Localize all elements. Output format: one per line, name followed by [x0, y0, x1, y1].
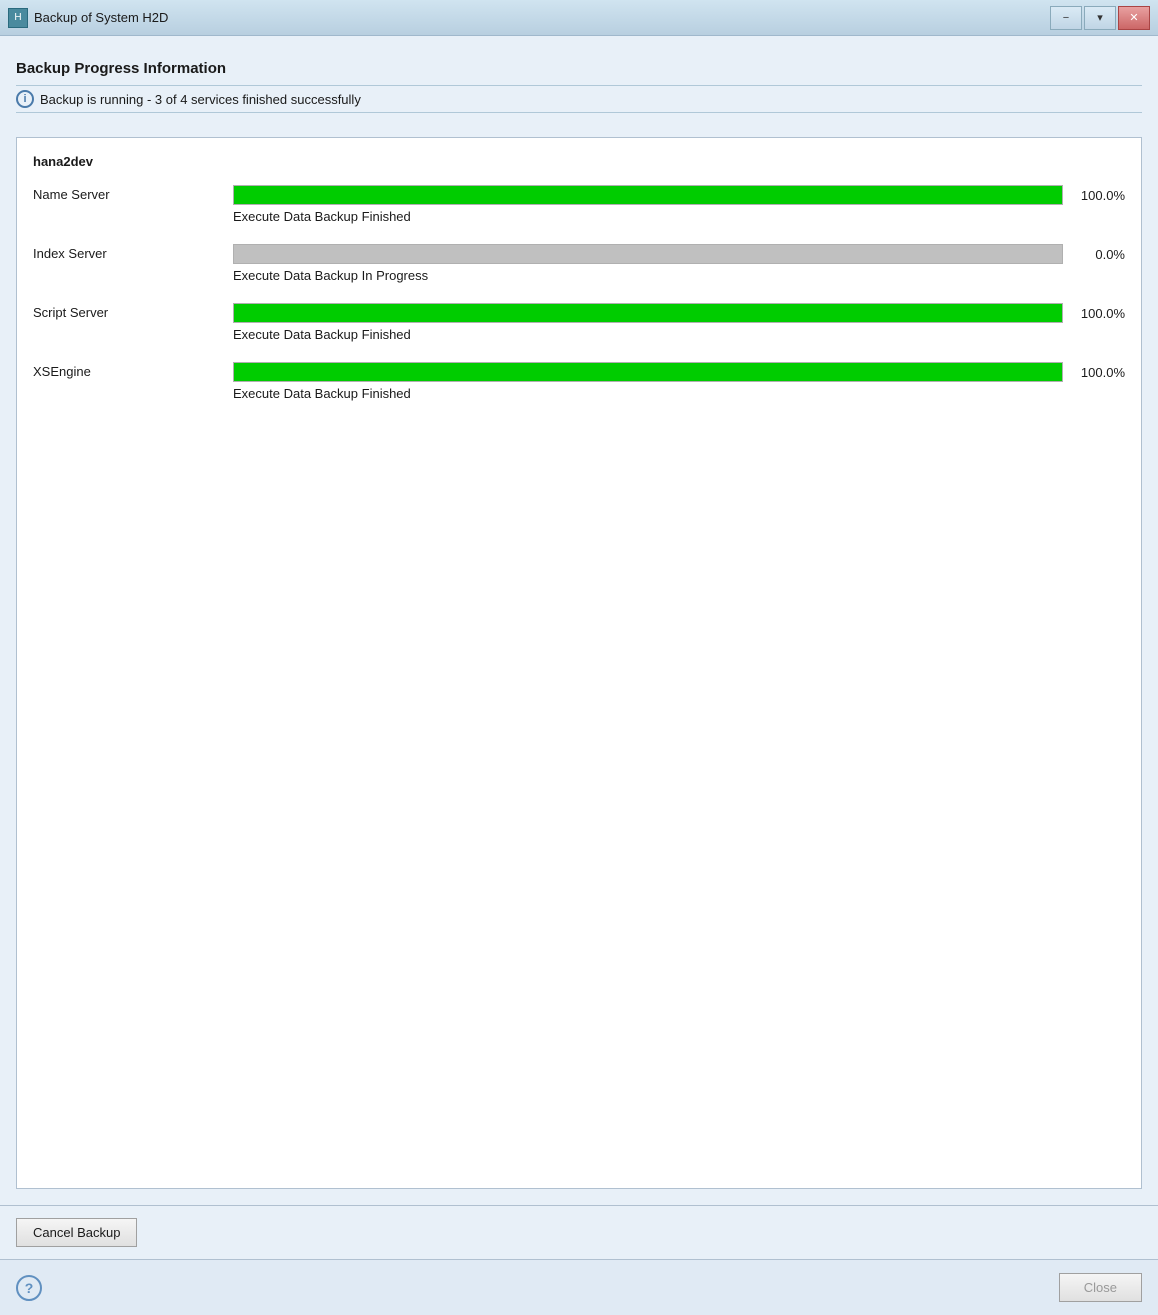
service-progress-xsengine: 100.0% Execute Data Backup Finished	[233, 362, 1125, 401]
main-content: Backup Progress Information i Backup is …	[0, 36, 1158, 1205]
progress-bar-xsengine	[233, 362, 1063, 382]
title-bar: H Backup of System H2D − ▾ ✕	[0, 0, 1158, 36]
status-text: Backup is running - 3 of 4 services fini…	[40, 92, 361, 107]
progress-fill-script-server	[234, 304, 1062, 322]
title-close-button[interactable]: ✕	[1118, 6, 1150, 30]
progress-bar-script-server	[233, 303, 1063, 323]
progress-line-index-server: 0.0%	[233, 244, 1125, 264]
progress-fill-xsengine	[234, 363, 1062, 381]
footer: ? Close	[0, 1259, 1158, 1315]
service-label-xsengine: XSEngine	[33, 362, 233, 379]
progress-pct-xsengine: 100.0%	[1073, 365, 1125, 380]
divider-top	[16, 85, 1142, 86]
service-status-index-server: Execute Data Backup In Progress	[233, 268, 1125, 283]
bottom-buttons-area: Cancel Backup	[0, 1205, 1158, 1259]
service-label-script-server: Script Server	[33, 303, 233, 320]
cancel-backup-button[interactable]: Cancel Backup	[16, 1218, 137, 1247]
service-label-index-server: Index Server	[33, 244, 233, 261]
system-name: hana2dev	[33, 154, 1125, 169]
service-label-name-server: Name Server	[33, 185, 233, 202]
progress-pct-name-server: 100.0%	[1073, 188, 1125, 203]
info-icon: i	[16, 90, 34, 108]
progress-line-name-server: 100.0%	[233, 185, 1125, 205]
progress-fill-index-server	[234, 245, 1062, 263]
service-status-script-server: Execute Data Backup Finished	[233, 327, 1125, 342]
progress-fill-name-server	[234, 186, 1062, 204]
status-row: i Backup is running - 3 of 4 services fi…	[16, 90, 1142, 108]
service-progress-script-server: 100.0% Execute Data Backup Finished	[233, 303, 1125, 342]
maximize-button[interactable]: ▾	[1084, 6, 1116, 30]
progress-line-xsengine: 100.0%	[233, 362, 1125, 382]
service-row-index-server: Index Server 0.0% Execute Data Backup In…	[33, 244, 1125, 283]
progress-bar-name-server	[233, 185, 1063, 205]
service-progress-name-server: 100.0% Execute Data Backup Finished	[233, 185, 1125, 224]
app-icon: H	[8, 8, 28, 28]
services-panel: hana2dev Name Server 100.0% Execute Data…	[16, 137, 1142, 1189]
app-icon-label: H	[14, 12, 21, 23]
progress-bar-index-server	[233, 244, 1063, 264]
title-bar-left: H Backup of System H2D	[8, 8, 168, 28]
progress-line-script-server: 100.0%	[233, 303, 1125, 323]
service-row-xsengine: XSEngine 100.0% Execute Data Backup Fini…	[33, 362, 1125, 401]
progress-pct-index-server: 0.0%	[1073, 247, 1125, 262]
section-title: Backup Progress Information	[16, 60, 1142, 77]
service-status-xsengine: Execute Data Backup Finished	[233, 386, 1125, 401]
title-bar-controls: − ▾ ✕	[1050, 6, 1150, 30]
service-row-script-server: Script Server 100.0% Execute Data Backup…	[33, 303, 1125, 342]
service-row-name-server: Name Server 100.0% Execute Data Backup F…	[33, 185, 1125, 224]
divider-bottom	[16, 112, 1142, 113]
close-button[interactable]: Close	[1059, 1273, 1142, 1302]
window-title: Backup of System H2D	[34, 10, 168, 25]
info-header: Backup Progress Information i Backup is …	[16, 52, 1142, 125]
help-icon[interactable]: ?	[16, 1275, 42, 1301]
progress-pct-script-server: 100.0%	[1073, 306, 1125, 321]
service-progress-index-server: 0.0% Execute Data Backup In Progress	[233, 244, 1125, 283]
minimize-button[interactable]: −	[1050, 6, 1082, 30]
service-status-name-server: Execute Data Backup Finished	[233, 209, 1125, 224]
